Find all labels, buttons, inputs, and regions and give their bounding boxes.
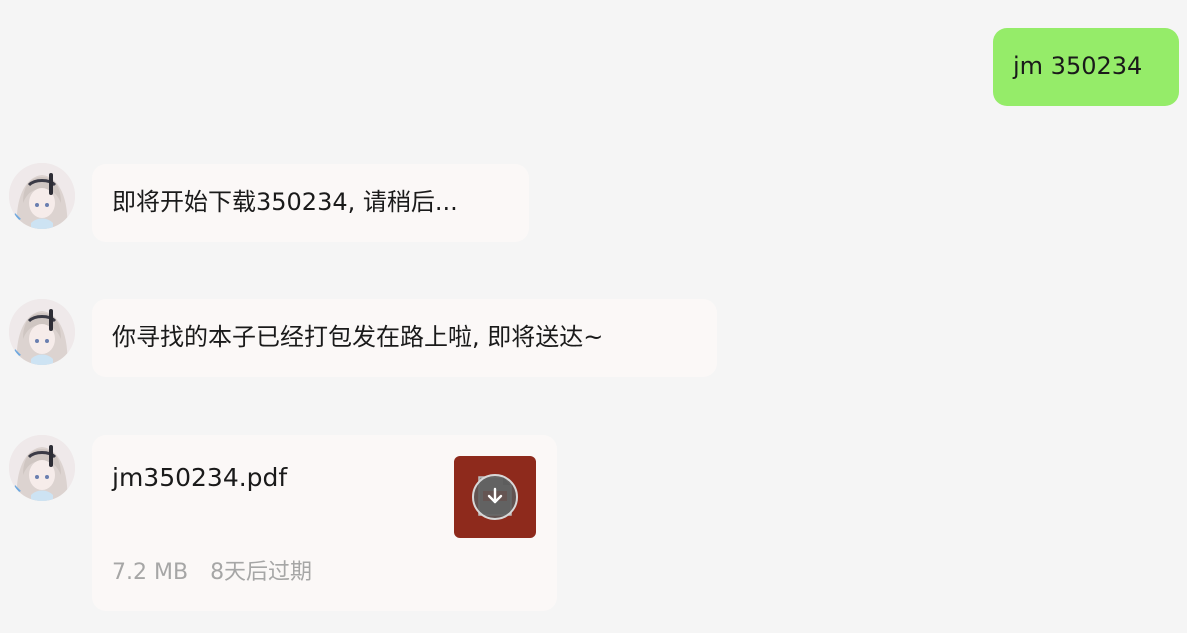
- file-thumbnail[interactable]: [454, 456, 536, 538]
- avatar-image: [9, 299, 75, 365]
- incoming-message-text: 你寻找的本子已经打包发在路上啦, 即将送达~: [112, 323, 604, 351]
- avatar-image: [9, 435, 75, 501]
- incoming-message-bubble[interactable]: 你寻找的本子已经打包发在路上啦, 即将送达~: [92, 299, 717, 377]
- incoming-message-text: 即将开始下载350234, 请稍后...: [112, 188, 458, 216]
- outgoing-message-bubble[interactable]: jm 350234: [993, 28, 1179, 106]
- outgoing-message-text: jm 350234: [1013, 52, 1143, 80]
- file-name: jm350234.pdf: [112, 463, 288, 492]
- download-icon[interactable]: [472, 474, 518, 520]
- avatar-image: [9, 163, 75, 229]
- bot-avatar[interactable]: [9, 435, 75, 501]
- file-message-card[interactable]: jm350234.pdf 7.2 MB 8天后过期: [92, 435, 557, 611]
- file-expiry: 8天后过期: [210, 560, 313, 585]
- bot-avatar[interactable]: [9, 163, 75, 229]
- file-meta: 7.2 MB 8天后过期: [112, 559, 312, 587]
- incoming-message-bubble[interactable]: 即将开始下载350234, 请稍后...: [92, 164, 529, 242]
- bot-avatar[interactable]: [9, 299, 75, 365]
- file-size: 7.2 MB: [112, 560, 189, 585]
